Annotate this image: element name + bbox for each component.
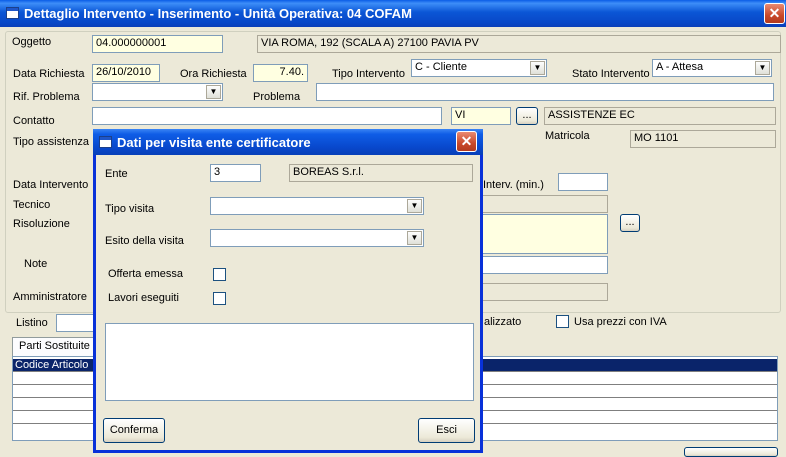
alizzato-label: alizzato	[484, 316, 522, 328]
window-titlebar: Dettaglio Intervento - Inserimento - Uni…	[0, 0, 786, 27]
tipo-visita-select[interactable]: ▼	[210, 197, 424, 215]
offerta-label: Offerta emessa	[108, 268, 183, 280]
risoluzione-browse-button[interactable]: ...	[620, 214, 640, 232]
risoluzione-label: Risoluzione	[13, 218, 70, 230]
chevron-down-icon[interactable]: ▼	[755, 61, 770, 75]
rif-problema-select[interactable]: ▼	[92, 83, 223, 101]
contatto-browse-button[interactable]: ...	[516, 107, 538, 125]
contatto-label: Contatto	[13, 115, 55, 127]
grid-header-codice: Codice Articolo	[15, 359, 89, 371]
chevron-down-icon[interactable]: ▼	[206, 85, 221, 99]
ente-field[interactable]: 3	[210, 164, 261, 182]
matricola-field: MO 1101	[630, 130, 776, 148]
conferma-button[interactable]: Conferma	[103, 418, 165, 443]
esito-label: Esito della visita	[105, 235, 184, 247]
bottom-right-button[interactable]	[684, 447, 778, 457]
ente-label: Ente	[105, 168, 128, 180]
ente-name-field: BOREAS S.r.l.	[289, 164, 473, 182]
risoluzione-field[interactable]	[480, 214, 608, 254]
offerta-checkbox[interactable]	[213, 268, 226, 281]
esci-button-label: Esci	[436, 424, 457, 436]
usa-prezzi-label: Usa prezzi con IVA	[574, 316, 667, 328]
usa-prezzi-checkbox[interactable]	[556, 315, 569, 328]
oggetto-label: Oggetto	[12, 36, 52, 48]
dialog-titlebar: Dati per visita ente certificatore ✕	[93, 129, 483, 155]
amministratore-label: Amministratore	[13, 291, 87, 303]
window-close-button[interactable]: ✕	[764, 3, 785, 24]
data-richiesta-field[interactable]: 26/10/2010	[92, 64, 160, 82]
close-icon: ✕	[460, 133, 473, 149]
chevron-down-icon[interactable]: ▼	[407, 231, 422, 245]
problema-field[interactable]	[316, 83, 774, 101]
note-label: Note	[24, 258, 48, 270]
assistenze-field: ASSISTENZE EC	[544, 107, 776, 125]
stato-intervento-value: A - Attesa	[656, 61, 704, 73]
contatto-field[interactable]	[92, 107, 442, 125]
close-icon: ✕	[768, 5, 781, 21]
ora-richiesta-field[interactable]: 7.40.	[253, 64, 308, 82]
window-title: Dettaglio Intervento - Inserimento - Uni…	[24, 6, 412, 21]
tecnico-field	[480, 195, 608, 213]
dialog-app-icon	[99, 136, 112, 148]
tab-parti-sostituite[interactable]: Parti Sostituite	[12, 337, 97, 356]
vi-field[interactable]: VI	[451, 107, 511, 125]
dialog-title: Dati per visita ente certificatore	[117, 135, 311, 150]
matricola-label: Matricola	[545, 130, 590, 142]
tipo-intervento-value: C - Cliente	[415, 61, 467, 73]
oggetto-field[interactable]: 04.000000001	[92, 35, 223, 53]
problema-label: Problema	[253, 91, 301, 103]
tipo-assistenza-label: Tipo assistenza	[13, 136, 90, 148]
visita-dialog: Dati per visita ente certificatore ✕ Ent…	[93, 129, 483, 453]
tecnico-label: Tecnico	[13, 199, 51, 211]
note-field[interactable]	[480, 256, 608, 274]
amministratore-field	[480, 283, 608, 301]
stato-intervento-label: Stato Intervento	[572, 68, 650, 80]
data-intervento-label: Data Intervento	[13, 179, 89, 191]
interv-min-field[interactable]	[558, 173, 608, 191]
chevron-down-icon[interactable]: ▼	[530, 61, 545, 75]
esito-select[interactable]: ▼	[210, 229, 424, 247]
lavori-label: Lavori eseguiti	[108, 292, 179, 304]
window-app-icon	[6, 7, 19, 19]
lavori-checkbox[interactable]	[213, 292, 226, 305]
esci-button[interactable]: Esci	[418, 418, 475, 443]
address-field: VIA ROMA, 192 (SCALA A) 27100 PAVIA PV	[257, 35, 781, 53]
interv-min-label: Interv. (min.)	[483, 179, 544, 191]
listino-label: Listino	[16, 317, 48, 329]
data-richiesta-label: Data Richiesta	[13, 68, 85, 80]
tipo-visita-label: Tipo visita	[105, 203, 155, 215]
chevron-down-icon[interactable]: ▼	[407, 199, 422, 213]
dialog-close-button[interactable]: ✕	[456, 131, 477, 152]
dialog-notes-area[interactable]	[105, 323, 474, 401]
listino-field[interactable]	[56, 314, 96, 332]
stato-intervento-select[interactable]: A - Attesa ▼	[652, 59, 772, 77]
ora-richiesta-label: Ora Richiesta	[180, 68, 247, 80]
tipo-intervento-label: Tipo Intervento	[332, 68, 405, 80]
tipo-intervento-select[interactable]: C - Cliente ▼	[411, 59, 547, 77]
rif-problema-label: Rif. Problema	[13, 91, 80, 103]
conferma-button-label: Conferma	[109, 424, 159, 436]
